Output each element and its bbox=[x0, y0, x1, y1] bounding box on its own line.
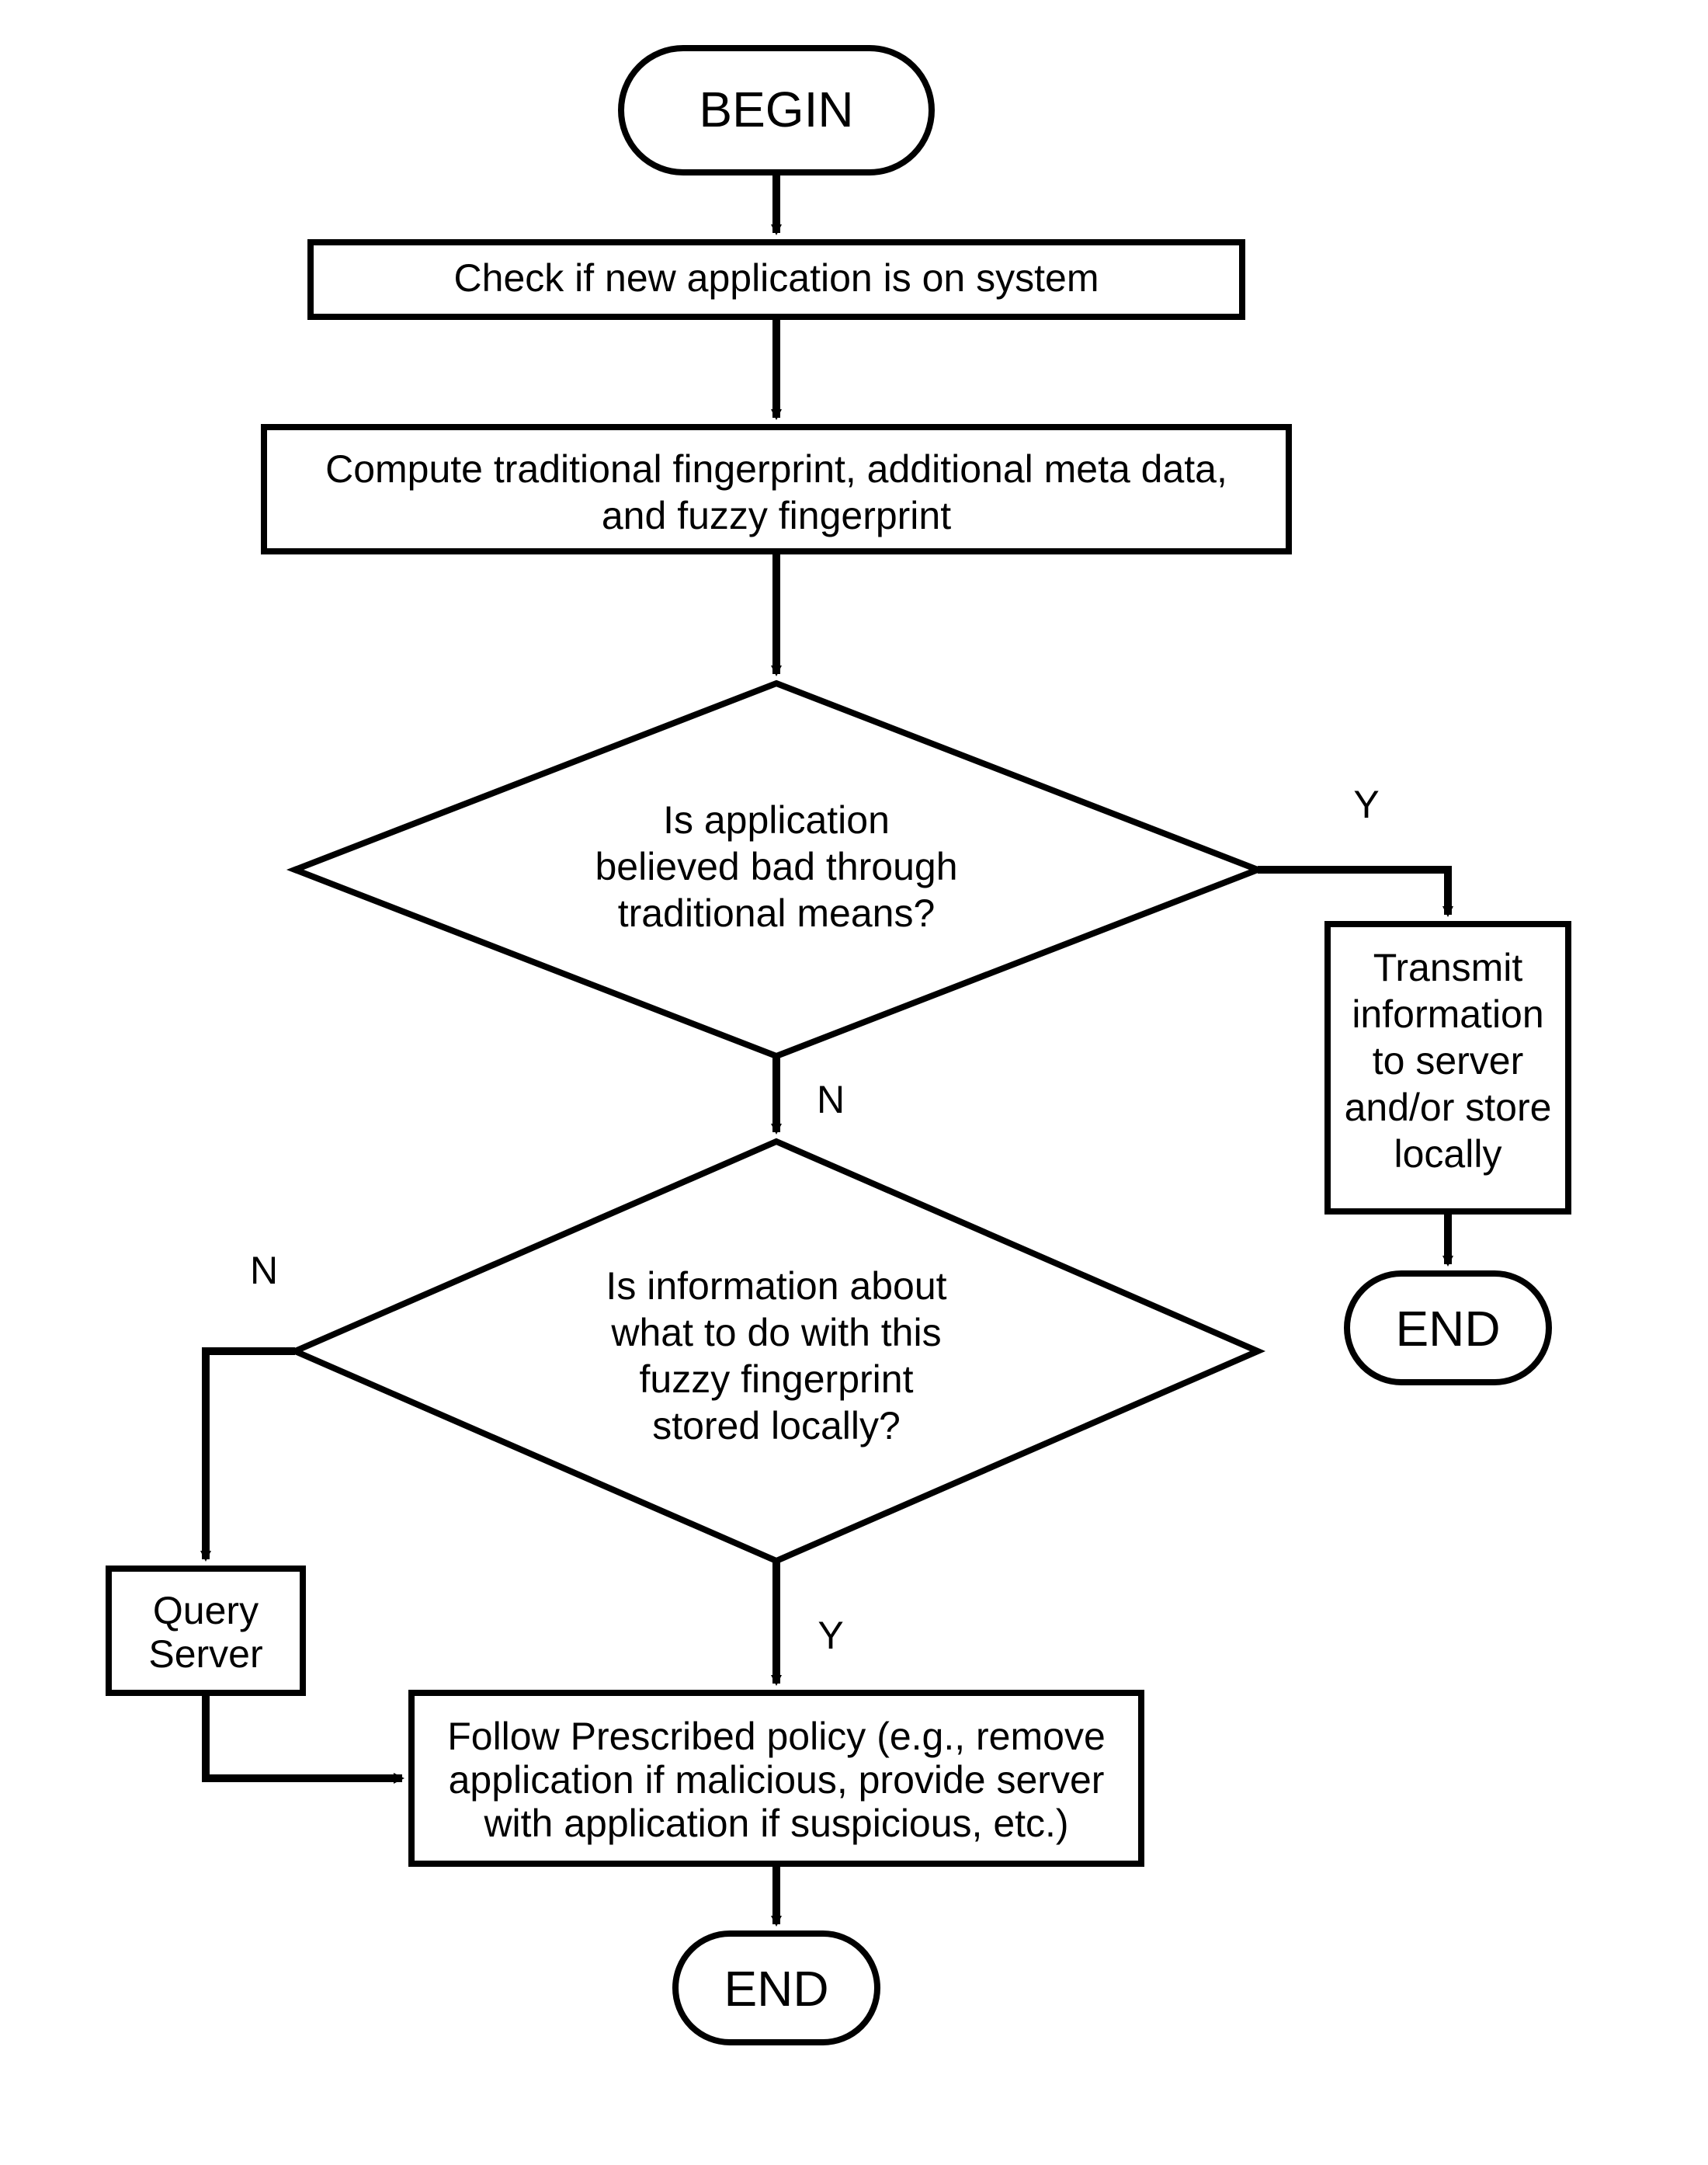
label-q2: Server bbox=[148, 1632, 262, 1676]
label-check: Check if new application is on system bbox=[454, 256, 1099, 300]
label-pol3: with application if suspicious, etc.) bbox=[483, 1802, 1068, 1845]
label-compute-2: and fuzzy fingerprint bbox=[602, 494, 951, 537]
label-compute-1: Compute traditional fingerprint, additio… bbox=[325, 447, 1227, 491]
label-d1b: believed bad through bbox=[595, 845, 957, 888]
label-d2a: Is information about bbox=[606, 1264, 946, 1308]
label-end1: END bbox=[1395, 1301, 1500, 1357]
label-trans1: Transmit bbox=[1373, 946, 1523, 989]
label-d1-y: Y bbox=[1353, 783, 1379, 826]
label-begin: BEGIN bbox=[699, 82, 853, 137]
label-d2c: fuzzy fingerprint bbox=[640, 1357, 914, 1401]
label-d2d: stored locally? bbox=[652, 1404, 901, 1447]
label-pol1: Follow Prescribed policy (e.g., remove bbox=[447, 1715, 1106, 1758]
edge-d2-n-query bbox=[206, 1351, 295, 1559]
label-trans4: and/or store bbox=[1345, 1086, 1552, 1129]
label-trans5: locally bbox=[1394, 1132, 1502, 1176]
edge-d1-y-transmit bbox=[1258, 870, 1448, 915]
label-d1c: traditional means? bbox=[618, 891, 936, 935]
edge-query-policy bbox=[206, 1693, 402, 1778]
label-trans3: to server bbox=[1373, 1039, 1524, 1082]
label-d2-n: N bbox=[250, 1249, 278, 1292]
label-d2-y: Y bbox=[818, 1614, 843, 1657]
label-trans2: information bbox=[1352, 992, 1543, 1036]
label-d1-n: N bbox=[817, 1078, 845, 1121]
label-end2: END bbox=[724, 1961, 828, 2017]
flowchart: BEGIN Check if new application is on sys… bbox=[0, 0, 1708, 2165]
label-d1a: Is application bbox=[663, 798, 890, 842]
label-pol2: application if malicious, provide server bbox=[449, 1758, 1105, 1802]
label-d2b: what to do with this bbox=[610, 1311, 941, 1354]
label-q1: Query bbox=[153, 1589, 259, 1632]
